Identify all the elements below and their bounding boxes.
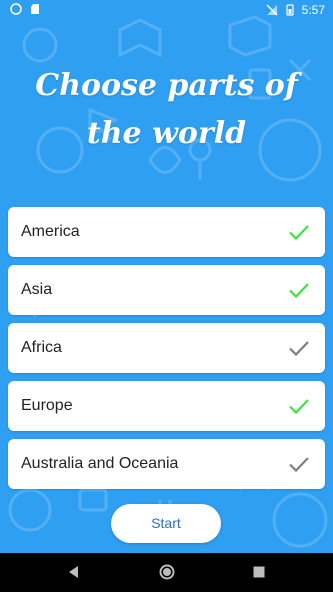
region-item-europe[interactable]: Europe: [8, 381, 325, 431]
region-item-america[interactable]: America: [8, 207, 325, 257]
region-item-africa[interactable]: Africa: [8, 323, 325, 373]
region-label: Australia and Oceania: [21, 455, 179, 472]
region-label: Africa: [21, 339, 62, 356]
app-screen: 5:57 Choose parts of the world America A…: [0, 0, 333, 553]
check-icon: [289, 341, 309, 357]
no-signal-icon: [266, 4, 278, 16]
status-bar: 5:57: [0, 0, 333, 20]
recents-icon[interactable]: [249, 562, 269, 582]
circle-status-icon: [10, 3, 22, 15]
regions-list: America Asia Africa Europe Australia and…: [8, 207, 325, 497]
navigation-bar: [0, 553, 333, 592]
home-icon[interactable]: [157, 562, 177, 582]
back-icon[interactable]: [64, 562, 84, 582]
status-time: 5:57: [301, 3, 325, 17]
sd-card-icon: [31, 4, 39, 14]
region-label: America: [21, 223, 80, 240]
check-icon: [289, 283, 309, 299]
start-button[interactable]: Start: [111, 504, 221, 543]
check-icon: [289, 225, 309, 241]
region-item-asia[interactable]: Asia: [8, 265, 325, 315]
region-item-australia-oceania[interactable]: Australia and Oceania: [8, 439, 325, 489]
check-icon: [289, 399, 309, 415]
page-title: Choose parts of the world: [35, 68, 298, 151]
check-icon: [289, 457, 309, 473]
battery-icon: [286, 4, 294, 16]
region-label: Asia: [21, 281, 53, 298]
region-label: Europe: [21, 397, 73, 414]
